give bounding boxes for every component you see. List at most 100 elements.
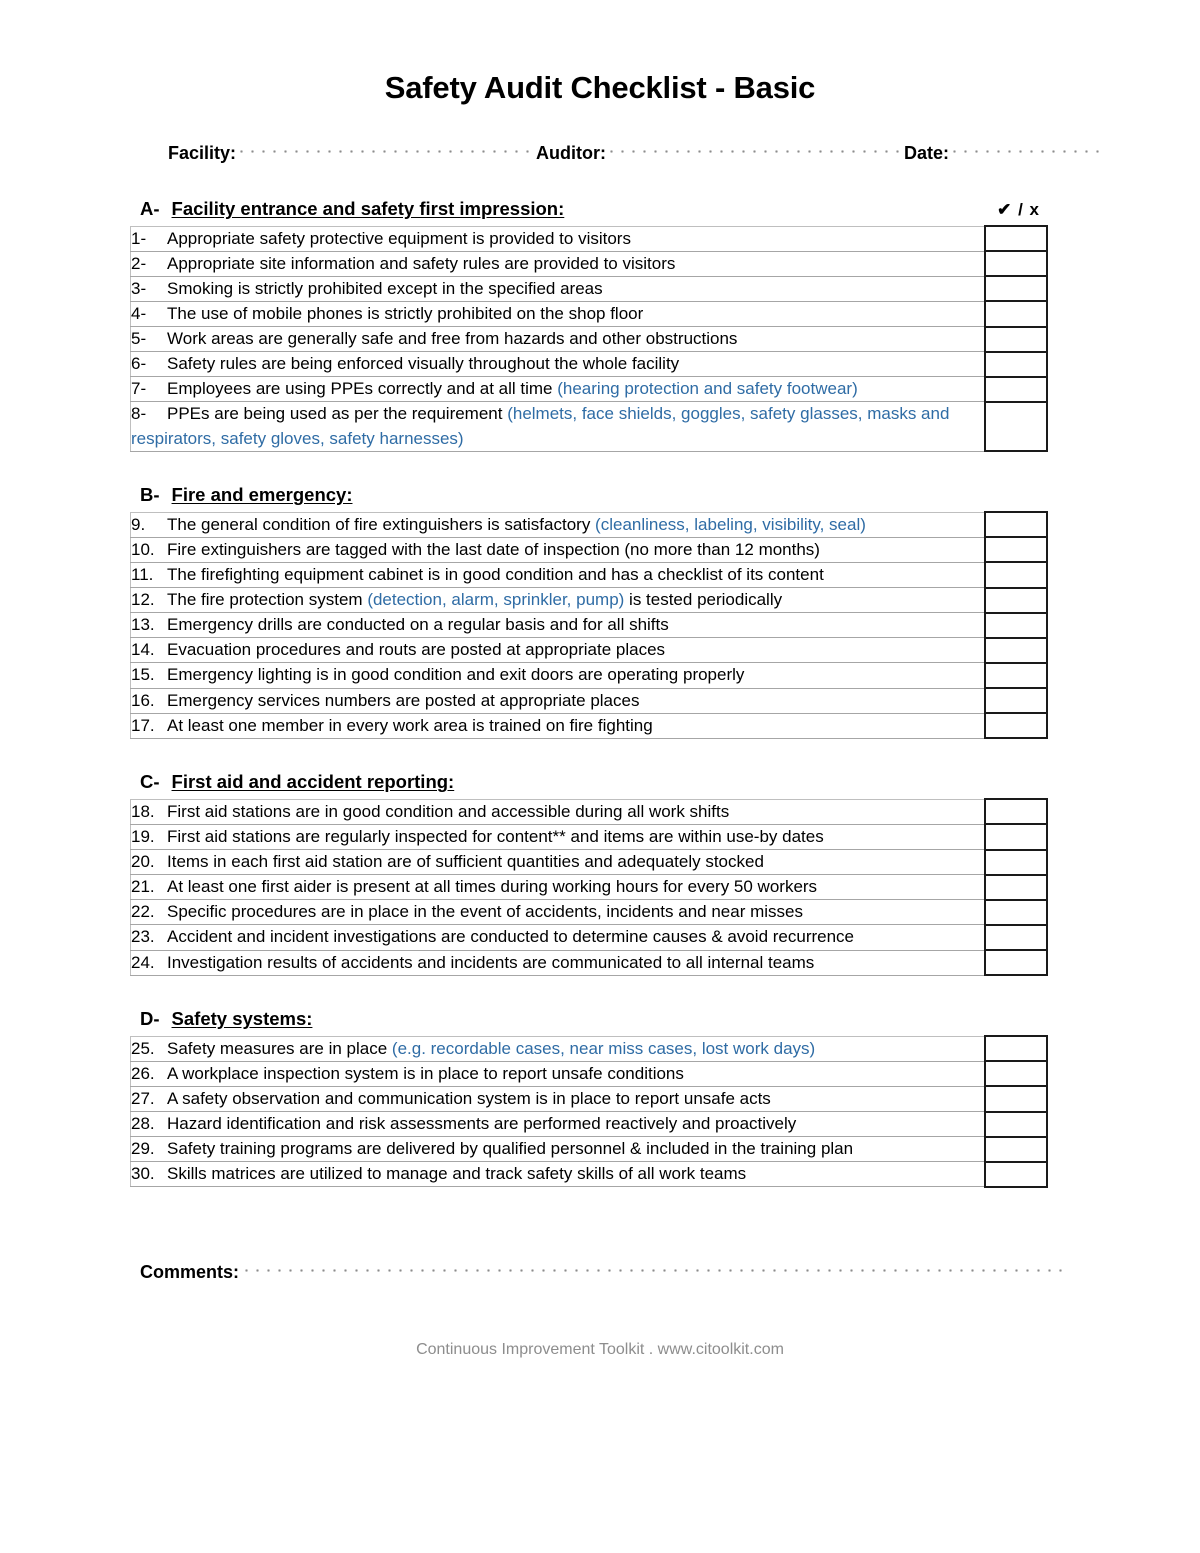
item-number: 1- [131,228,147,248]
item-statement: The use of mobile phones is strictly pro… [167,303,644,323]
item-statement: First aid stations are regularly inspect… [167,826,824,846]
meta-fields-row: Facility: Auditor: Date: [0,141,1200,164]
item-statement: Accident and incident investigations are… [167,927,855,947]
item-number: 9. [131,514,146,534]
item-statement: The general condition of fire extinguish… [167,514,596,534]
checklist-item-text: 8- PPEs are being used as per the require… [130,401,986,452]
checkbox-cell[interactable] [984,300,1048,328]
checkbox-cell[interactable] [984,1060,1048,1088]
item-number: 3- [131,278,147,298]
checkbox-cell[interactable] [984,611,1048,639]
checkbox-cell[interactable] [984,712,1048,740]
checkbox-cell[interactable] [984,1085,1048,1113]
checkbox-cell[interactable] [984,375,1048,403]
checkbox-cell[interactable] [984,636,1048,664]
table-row: 7- Employees are using PPEs correctly and… [130,375,1048,403]
checklist-item-text: 24. Investigation results of accidents an… [130,949,986,976]
item-number: 8- [131,404,147,424]
item-statement: Safety training programs are delivered b… [167,1139,854,1159]
auditor-input-line[interactable] [606,141,905,159]
checkbox-cell[interactable] [984,1160,1048,1188]
item-statement: Evacuation procedures and routs are post… [167,640,666,660]
section-heading: D- Safety systems: [130,1008,1048,1030]
item-number: 16. [131,690,155,710]
checklist-item-text: 29. Safety training programs are delivere… [130,1136,986,1163]
item-statement: Investigation results of accidents and i… [167,952,815,972]
checklist-item-text: 25. Safety measures are in place (e.g. re… [130,1035,986,1062]
table-row: 10. Fire extinguishers are tagged with th… [130,536,1048,564]
checkbox-cell[interactable] [984,325,1048,353]
checkbox-cell[interactable] [984,873,1048,901]
checklist-table: 25. Safety measures are in place (e.g. re… [130,1035,1048,1188]
table-row: 22. Specific procedures are in place in t… [130,898,1048,926]
item-statement: The firefighting equipment cabinet is in… [167,564,824,584]
checkbox-cell[interactable] [984,224,1048,253]
checkbox-cell[interactable] [984,923,1048,952]
checklist-item-text: 14. Evacuation procedures and routs are p… [130,637,986,664]
checklist-item-text: 2- Appropriate site information and safet… [130,250,986,277]
checkbox-cell[interactable] [984,561,1048,589]
section-title: Facility entrance and safety first impre… [171,198,565,219]
facility-field[interactable]: Facility: [168,141,537,164]
facility-input-line[interactable] [236,141,537,159]
table-row: 21. At least one first aider is present a… [130,873,1048,901]
checklist-item-text: 23. Accident and incident investigations … [130,924,986,951]
checkbox-cell[interactable] [984,250,1048,278]
item-number: 19. [131,826,155,846]
checkbox-cell[interactable] [984,586,1048,614]
comments-input-line[interactable] [241,1259,1070,1278]
checkbox-cell[interactable] [984,686,1048,715]
date-input-line[interactable] [949,141,1108,159]
section-letter: C- [140,771,160,793]
checkbox-cell[interactable] [984,848,1048,876]
checkbox-cell[interactable] [984,661,1048,690]
auditor-label: Auditor: [536,143,607,163]
section-title: First aid and accident reporting: [171,771,455,793]
item-statement: Safety measures are in place [167,1038,392,1058]
checklist-item-text: 12. The fire protection system (detection… [130,586,986,614]
item-number: 7- [131,379,147,399]
date-field[interactable]: Date: [904,141,1108,164]
checkbox-cell[interactable] [984,1135,1048,1163]
checklist-item-text: 16. Emergency services numbers are posted… [130,687,986,714]
table-row: 27. A safety observation and communicatio… [130,1085,1048,1113]
item-number: 24. [131,952,155,972]
checklist-item-text: 17. At least one member in every work are… [130,712,986,739]
checkbox-cell[interactable] [984,798,1048,826]
checkbox-cell[interactable] [984,1110,1048,1138]
checkbox-cell[interactable] [984,823,1048,851]
checkbox-cell[interactable] [984,275,1048,303]
checkbox-cell[interactable] [984,511,1048,539]
item-number: 12. [131,590,155,609]
item-number: 2- [131,253,147,273]
table-row: 4- The use of mobile phones is strictly p… [130,300,1048,328]
table-row: 30. Skills matrices are utilized to manag… [130,1160,1048,1188]
checkbox-cell[interactable] [984,536,1048,564]
checkbox-cell[interactable] [984,350,1048,378]
section-letter: B- [140,484,160,506]
checklist-item-text: 21. At least one first aider is present a… [130,874,986,901]
checkbox-cell[interactable] [984,400,1048,453]
tick-cross-legend: ✔ / x [997,200,1040,219]
checklist-item-text: 1- Appropriate safety protective equipmen… [130,225,986,252]
facility-label: Facility: [168,143,237,163]
checklist-item-text: 26. A workplace inspection system is in p… [130,1060,986,1087]
checklist-item-text: 9. The general condition of fire extingui… [130,511,986,538]
auditor-field[interactable]: Auditor: [536,141,905,164]
checkbox-cell[interactable] [984,1035,1048,1063]
checkbox-cell[interactable] [984,898,1048,926]
item-statement: Specific procedures are in place in the … [167,902,803,922]
section-title: Fire and emergency: [171,484,353,506]
comments-label: Comments: [140,1261,240,1282]
checklist-item-text: 13. Emergency drills are conducted on a r… [130,612,986,639]
checkbox-cell[interactable] [984,948,1048,977]
table-row: 3- Smoking is strictly prohibited except … [130,275,1048,303]
section-a: A- Facility entrance and safety first imp… [130,198,1048,453]
item-number: 13. [131,615,155,635]
item-statement: PPEs are being used as per the requireme… [167,404,508,424]
section-b: B- Fire and emergency: 9. The general condi… [130,484,1048,740]
table-row: 24. Investigation results of accidents an… [130,948,1048,977]
section-heading: B- Fire and emergency: [130,484,1048,506]
